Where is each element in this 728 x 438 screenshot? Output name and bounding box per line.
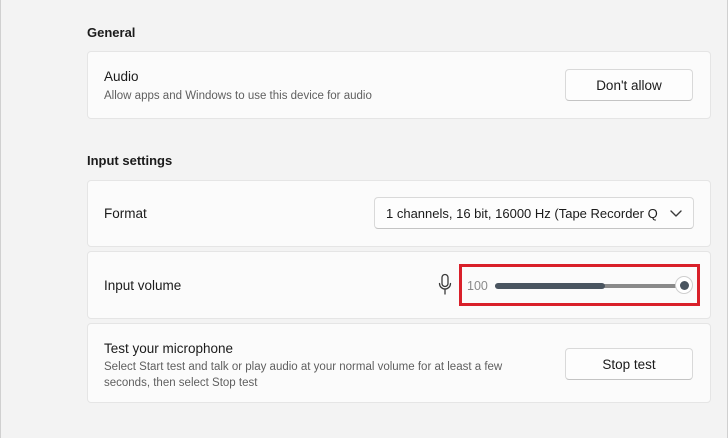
volume-slider-thumb-dot — [680, 281, 689, 290]
volume-value: 100 — [467, 279, 488, 293]
test-microphone-card: Test your microphone Select Start test a… — [87, 323, 711, 403]
volume-slider-thumb[interactable] — [675, 276, 693, 294]
format-title: Format — [104, 206, 147, 221]
microphone-icon — [438, 273, 452, 295]
chevron-down-icon — [670, 210, 682, 217]
dont-allow-button[interactable]: Don't allow — [565, 69, 693, 101]
format-card: Format 1 channels, 16 bit, 16000 Hz (Tap… — [87, 180, 711, 247]
test-microphone-description: Select Start test and talk or play audio… — [104, 361, 503, 389]
test-microphone-title: Test your microphone — [104, 341, 234, 356]
volume-level-meter — [495, 283, 605, 289]
input-settings-heading: Input settings — [87, 153, 173, 168]
format-selected-value: 1 channels, 16 bit, 16000 Hz (Tape Recor… — [386, 205, 658, 221]
audio-description: Allow apps and Windows to use this devic… — [104, 90, 372, 102]
audio-card: Audio Allow apps and Windows to use this… — [87, 51, 711, 119]
stop-test-button[interactable]: Stop test — [565, 348, 693, 380]
general-heading: General — [87, 25, 136, 40]
settings-window: General Audio Allow apps and Windows to … — [0, 0, 728, 438]
format-dropdown[interactable]: 1 channels, 16 bit, 16000 Hz (Tape Recor… — [374, 197, 694, 229]
audio-title: Audio — [104, 69, 139, 84]
input-volume-title: Input volume — [104, 278, 182, 293]
